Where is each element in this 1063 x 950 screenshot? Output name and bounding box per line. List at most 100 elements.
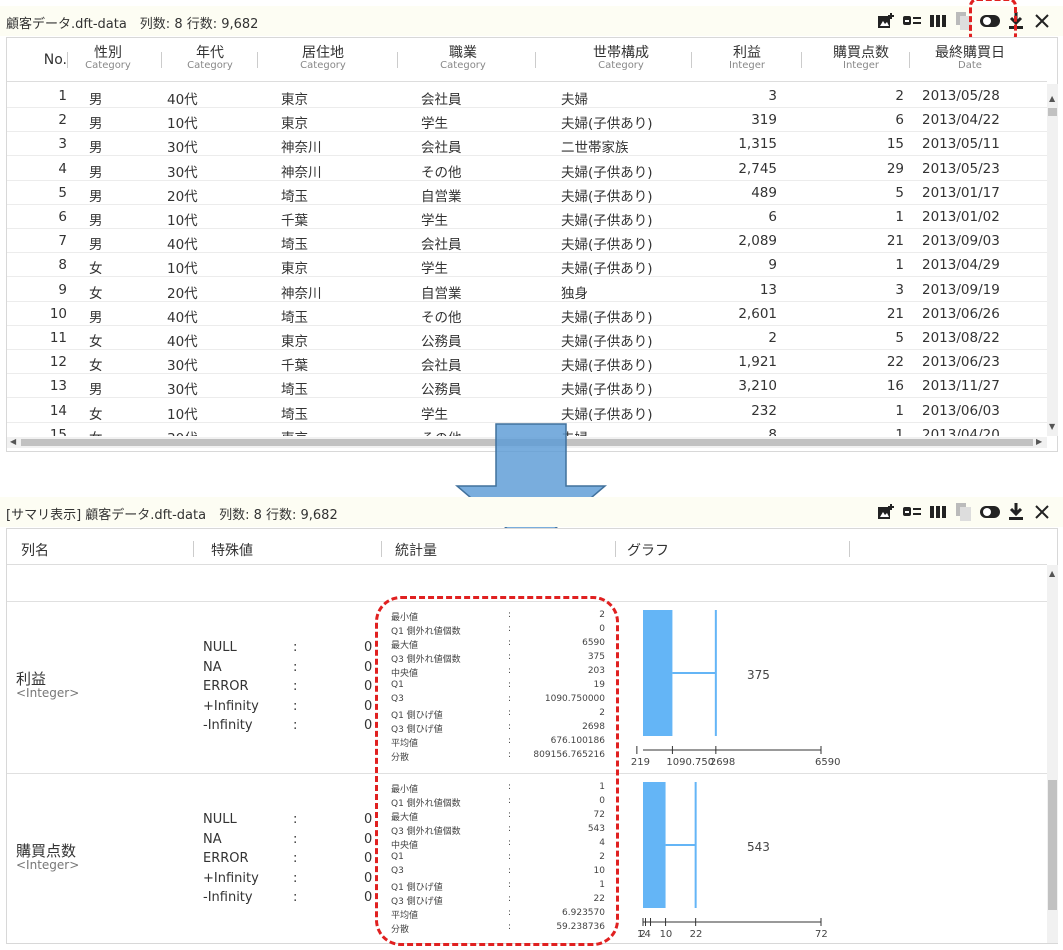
column-header[interactable]: 購買点数 Integer [807,38,915,82]
table-cell: 10代 [167,116,198,133]
table-cell: 2,601 [738,305,777,322]
column-header-type: Category [85,60,131,71]
table-cell: 6 [895,112,904,129]
table-cell: 女 [89,427,103,436]
special-value-colon: : [293,812,298,827]
list-view-icon[interactable] [899,501,925,523]
table-cell: 3 [58,136,67,153]
table-row[interactable]: 11 女 40代 東京 公務員 夫婦(子供あり) 2 5 2013/08/22 [7,326,1047,350]
summary-toggle-icon[interactable] [977,501,1003,523]
top-titlebar: 顧客データ.dft-data 列数: 8 行数: 9,682 [0,6,1063,36]
table-cell: 夫婦(子供あり) [561,164,653,181]
column-header-type: Category [598,60,644,71]
table-row[interactable]: 8 女 10代 東京 学生 夫婦(子供あり) 9 1 2013/04/29 [7,253,1047,278]
column-header-type: Integer [729,60,765,71]
table-row[interactable]: 2 男 10代 東京 学生 夫婦(子供あり) 319 6 2013/04/22 [7,108,1047,133]
table-cell: 千葉 [281,358,308,375]
close-icon[interactable] [1029,10,1055,32]
table-cell: 40代 [167,92,198,108]
scroll-up-icon[interactable]: ▲ [1049,569,1055,578]
table-row[interactable]: 3 男 30代 神奈川 会社員 二世帯家族 1,315 15 2013/05/11 [7,132,1047,157]
columns-icon[interactable] [925,10,951,32]
copy-icon[interactable] [951,501,977,523]
special-value-count: 0 [364,890,373,905]
table-cell: 2 [768,330,777,346]
table-cell: 会社員 [421,92,462,108]
scroll-down-icon[interactable]: ▼ [1049,422,1055,431]
column-header[interactable]: 最終購買日 Date [915,38,1025,82]
table-row[interactable]: 9 女 20代 神奈川 自営業 独身 13 3 2013/09/19 [7,278,1047,302]
scroll-right-icon[interactable]: ▶ [1036,437,1042,446]
table-row[interactable]: 4 男 30代 神奈川 その他 夫婦(子供あり) 2,745 29 2013/05/23 [7,157,1047,181]
table-cell: 会社員 [421,237,462,254]
special-value-label: ERROR [203,679,249,694]
table-row[interactable]: 10 男 40代 埼玉 その他 夫婦(子供あり) 2,601 21 2013/06/26 [7,302,1047,326]
table-cell: 学生 [421,213,448,229]
table-cell: 会社員 [421,358,462,375]
column-header-name: No. [43,52,67,68]
special-value-colon: : [293,698,298,714]
table-cell: 公務員 [421,382,462,399]
columns-icon[interactable] [925,501,951,523]
table-row[interactable]: 14 女 10代 埼玉 学生 夫婦(子供あり) 232 1 2013/06/03 [7,399,1047,423]
top-window-title: 顧客データ.dft-data 列数: 8 行数: 9,682 [6,17,259,32]
table-cell: 2013/04/22 [922,112,1000,129]
table-cell: 2013/09/03 [922,233,1000,250]
list-view-icon[interactable] [899,10,925,32]
column-header-type: Category [440,60,486,71]
add-chart-icon[interactable] [873,10,899,32]
axis-tick-label: 4 [644,929,651,940]
table-cell: 夫婦(子供あり) [561,358,653,375]
scroll-thumb[interactable] [1048,780,1057,910]
bottom-window-title: [サマリ表示] 顧客データ.dft-data 列数: 8 行数: 9,682 [6,508,338,523]
table-row[interactable]: 5 男 20代 埼玉 自営業 夫婦(子供あり) 489 5 2013/01/17 [7,181,1047,205]
close-icon[interactable] [1029,501,1055,523]
special-value-colon: : [293,679,298,694]
scroll-left-icon[interactable]: ◀ [10,437,16,446]
table-cell: 2 [895,88,904,104]
table-cell: 男 [89,188,103,205]
table-cell: 男 [89,382,103,399]
table-cell: 10代 [167,406,198,423]
column-header[interactable]: 職業 Category [403,38,523,82]
table-cell: 2013/01/17 [922,184,1000,201]
column-header[interactable]: No. [7,38,67,82]
column-header-type: Integer [843,60,879,71]
table-row[interactable]: 12 女 30代 千葉 会社員 夫婦(子供あり) 1,921 22 2013/06/23 [7,350,1047,375]
column-header[interactable]: 利益 Integer [697,38,797,82]
column-header[interactable]: 居住地 Category [263,38,383,82]
table-cell: 2013/09/19 [922,281,1000,298]
table-row[interactable]: 7 男 40代 埼玉 会社員 夫婦(子供あり) 2,089 21 2013/09/03 [7,229,1047,254]
table-cell: 夫婦(子供あり) [561,188,653,205]
special-value-colon: : [293,870,298,886]
table-cell: 14 [49,402,67,419]
table-cell: 20代 [167,285,198,302]
table-body: 1 男 40代 東京 会社員 夫婦 3 2 2013/05/28 2 男 10代 東京 学生 夫婦(子供あり… [7,84,1047,436]
add-chart-icon[interactable] [873,501,899,523]
column-header-type: Category [300,60,346,71]
table-row[interactable]: 6 男 10代 千葉 学生 夫婦(子供あり) 6 1 2013/01/02 [7,205,1047,229]
boxplot-chart [642,782,822,926]
download-icon[interactable] [1003,501,1029,523]
column-header[interactable]: 性別 Category [73,38,143,82]
special-value-label: +Infinity [203,870,259,886]
table-cell: 9 [768,257,777,274]
table-cell: 5 [58,184,67,201]
special-value-label: NA [203,659,222,675]
summary-column-type: <Integer> [16,686,80,700]
table-cell: 夫婦 [561,92,588,108]
table-cell: 二世帯家族 [561,140,629,157]
column-header[interactable]: 世帯構成 Category [541,38,701,82]
table-row[interactable]: 13 男 30代 埼玉 公務員 夫婦(子供あり) 3,210 16 2013/11/27 [7,374,1047,399]
summary-vertical-scrollbar[interactable]: ▲ [1047,565,1058,943]
special-value-count: 0 [364,812,373,827]
boxplot-box [643,782,666,908]
table-cell: 独身 [561,285,588,302]
column-header[interactable]: 年代 Category [167,38,253,82]
table-row[interactable]: 1 男 40代 東京 会社員 夫婦 3 2 2013/05/28 [7,84,1047,108]
vertical-scrollbar[interactable]: ▲ ▼ [1047,84,1058,436]
table-cell: 夫婦(子供あり) [561,261,653,278]
table-cell: 学生 [421,406,448,423]
scroll-thumb[interactable] [1048,108,1057,116]
scroll-up-icon[interactable]: ▲ [1049,94,1055,103]
